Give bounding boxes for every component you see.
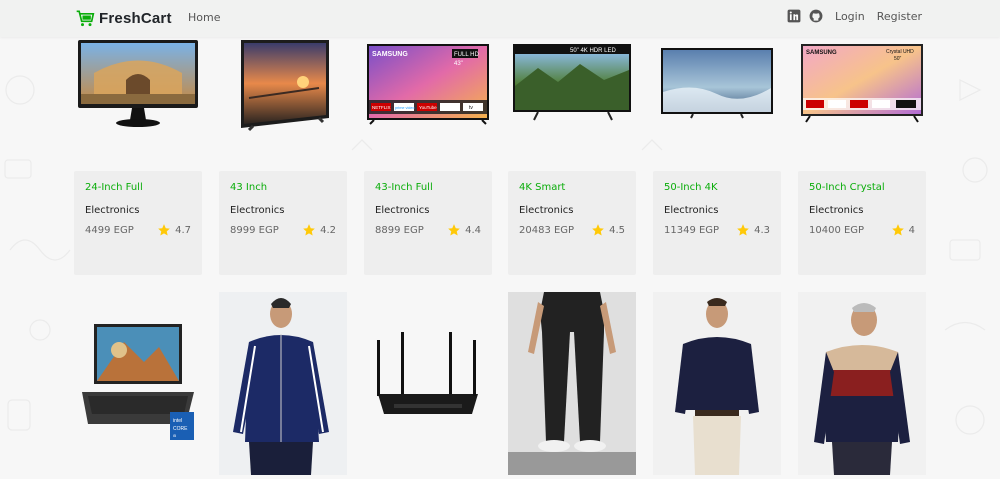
product-category: Electronics [519, 205, 574, 216]
cart-icon [76, 10, 95, 27]
product-title[interactable]: 43 Inch [230, 182, 267, 193]
linkedin-icon[interactable] [787, 9, 801, 23]
product-card[interactable] [798, 292, 926, 475]
product-category: Electronics [85, 205, 140, 216]
product-info: 4K Smart Electronics 20483 EGP 4.5 [508, 171, 636, 275]
nav-right: Login Register [787, 9, 922, 23]
product-image-laptop: intel CORE i5 [74, 292, 202, 475]
product-title[interactable]: 43-Inch Full [375, 182, 433, 193]
product-image-striped-sweater [798, 292, 926, 475]
brand-logo[interactable]: FreshCart [75, 8, 172, 28]
product-image-track-pants [508, 292, 636, 475]
hdr-led-label: 50" 4K HDR LED [570, 48, 616, 54]
product-info: 43 Inch Electronics 8999 EGP 4.2 [219, 171, 347, 275]
navbar: FreshCart Home Login Register [0, 0, 1000, 37]
product-card[interactable] [364, 292, 492, 475]
product-title[interactable]: 50-Inch Crystal [809, 182, 885, 193]
star-icon [303, 224, 315, 236]
star-icon [158, 224, 170, 236]
intel-label: intel [173, 418, 182, 424]
product-image-track-jacket [219, 292, 347, 475]
product-rating: 4.3 [736, 223, 770, 237]
product-image-monitor [78, 40, 198, 127]
product-rating: 4.5 [591, 223, 625, 237]
product-image-crystal-uhd-tv: SAMSUNG Crystal UHD 50" [801, 44, 923, 123]
star-icon [891, 224, 904, 236]
samsung-label: SAMSUNG [806, 50, 837, 56]
rating-value: 4.7 [175, 224, 191, 236]
product-rating: 4 [891, 223, 915, 237]
product-info: 24-Inch Full Electronics 4499 EGP 4.7 [74, 171, 202, 275]
product-info: 50-Inch Crystal Electronics 10400 EGP 4 [798, 171, 926, 275]
appletv-label: tv [469, 105, 473, 111]
rating-value: 4.4 [465, 224, 481, 236]
product-category: Electronics [664, 205, 719, 216]
star-icon [448, 224, 460, 236]
product-price: 8899 EGP [375, 225, 424, 236]
product-image-navy-sweater [653, 292, 781, 475]
nav-link-register[interactable]: Register [877, 10, 922, 23]
size-label: 50" [894, 56, 902, 62]
crystal-uhd-label: Crystal UHD [886, 49, 914, 55]
product-title[interactable]: 4K Smart [519, 182, 565, 193]
product-card[interactable] [219, 292, 347, 475]
product-card[interactable] [508, 292, 636, 475]
rating-value: 4 [908, 224, 915, 236]
nav-link-login[interactable]: Login [835, 10, 865, 23]
product-rating: 4.4 [447, 223, 481, 237]
star-icon [592, 224, 604, 236]
product-category: Electronics [230, 205, 285, 216]
product-title[interactable]: 50-Inch 4K [664, 182, 718, 193]
samsung-label: SAMSUNG [372, 51, 408, 58]
product-price: 4499 EGP [85, 225, 134, 236]
product-info: 43-Inch Full Electronics 8899 EGP 4.4 [364, 171, 492, 275]
nav-link-home[interactable]: Home [188, 11, 220, 24]
product-card[interactable] [653, 292, 781, 475]
product-info: 50-Inch 4K Electronics 11349 EGP 4.3 [653, 171, 781, 275]
prime-label: prime video [395, 106, 415, 110]
rating-value: 4.5 [609, 224, 625, 236]
product-image-tv [241, 40, 329, 132]
size-label: 43" [454, 61, 463, 67]
product-title[interactable]: 24-Inch Full [85, 182, 143, 193]
product-price: 11349 EGP [664, 225, 720, 236]
product-category: Electronics [809, 205, 864, 216]
product-grid: 24-Inch Full Electronics 4499 EGP 4.7 43… [0, 0, 1000, 475]
product-card[interactable]: intel CORE i5 [74, 292, 202, 475]
youtube-label: YouTube [419, 105, 437, 110]
product-image-samsung-tv: SAMSUNG FULL HD 43" NETFLIX prime video … [367, 44, 489, 125]
product-rating: 4.7 [157, 223, 191, 237]
github-icon[interactable] [809, 9, 823, 23]
product-image-4k-tv: 50" 4K HDR LED [513, 44, 631, 121]
product-image-wifi-router [364, 292, 492, 475]
product-price: 8999 EGP [230, 225, 279, 236]
star-icon [737, 224, 749, 236]
product-price: 10400 EGP [809, 225, 865, 236]
netflix-label: NETFLIX [372, 105, 391, 110]
product-category: Electronics [375, 205, 430, 216]
full-hd-label: FULL HD [454, 52, 479, 58]
core-label: CORE [173, 426, 188, 432]
rating-value: 4.3 [754, 224, 770, 236]
brand-name: FreshCart [99, 9, 172, 27]
rating-value: 4.2 [320, 224, 336, 236]
product-price: 20483 EGP [519, 225, 575, 236]
product-image-50-inch-tv [661, 48, 773, 119]
product-rating: 4.2 [302, 223, 336, 237]
